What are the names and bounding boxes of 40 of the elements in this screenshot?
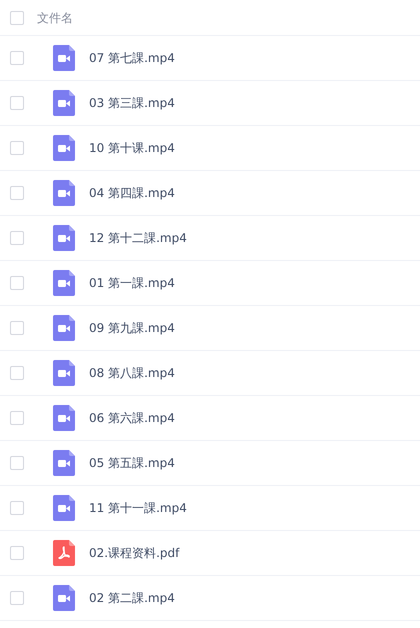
checkbox[interactable] [10, 591, 24, 605]
checkbox[interactable] [10, 231, 24, 245]
file-name[interactable]: 10 第十课.mp4 [89, 139, 175, 157]
checkbox[interactable] [10, 96, 24, 110]
file-name[interactable]: 01 第一課.mp4 [89, 274, 175, 292]
file-name[interactable]: 11 第十一課.mp4 [89, 499, 187, 517]
video-file-icon [53, 180, 75, 206]
checkbox[interactable] [10, 141, 24, 155]
checkbox[interactable] [10, 51, 24, 65]
video-file-icon [53, 360, 75, 386]
video-file-icon [53, 45, 75, 71]
video-file-icon [53, 405, 75, 431]
checkbox[interactable] [10, 411, 24, 425]
file-name[interactable]: 12 第十二課.mp4 [89, 229, 187, 247]
checkbox[interactable] [10, 186, 24, 200]
file-name[interactable]: 04 第四課.mp4 [89, 184, 175, 202]
checkbox[interactable] [10, 501, 24, 515]
checkbox[interactable] [10, 366, 24, 380]
video-file-icon [53, 585, 75, 611]
file-name[interactable]: 02 第二課.mp4 [89, 589, 175, 607]
checkbox[interactable] [10, 321, 24, 335]
checkbox[interactable] [10, 456, 24, 470]
file-name[interactable]: 07 第七課.mp4 [89, 49, 175, 67]
video-file-icon [53, 90, 75, 116]
file-name[interactable]: 05 第五課.mp4 [89, 454, 175, 472]
file-name[interactable]: 03 第三課.mp4 [89, 94, 175, 112]
file-name[interactable]: 08 第八課.mp4 [89, 364, 175, 382]
file-name[interactable]: 02.课程资料.pdf [89, 544, 180, 562]
pdf-file-icon [53, 540, 75, 566]
checkbox[interactable] [10, 276, 24, 290]
checkbox[interactable] [10, 10, 24, 24]
file-name[interactable]: 09 第九課.mp4 [89, 319, 175, 337]
file-name[interactable]: 06 第六課.mp4 [89, 409, 175, 427]
video-file-icon [53, 495, 75, 521]
video-file-icon [53, 225, 75, 251]
video-file-icon [53, 450, 75, 476]
video-file-icon [53, 270, 75, 296]
video-file-icon [53, 135, 75, 161]
video-file-icon [53, 315, 75, 341]
checkbox[interactable] [10, 546, 24, 560]
